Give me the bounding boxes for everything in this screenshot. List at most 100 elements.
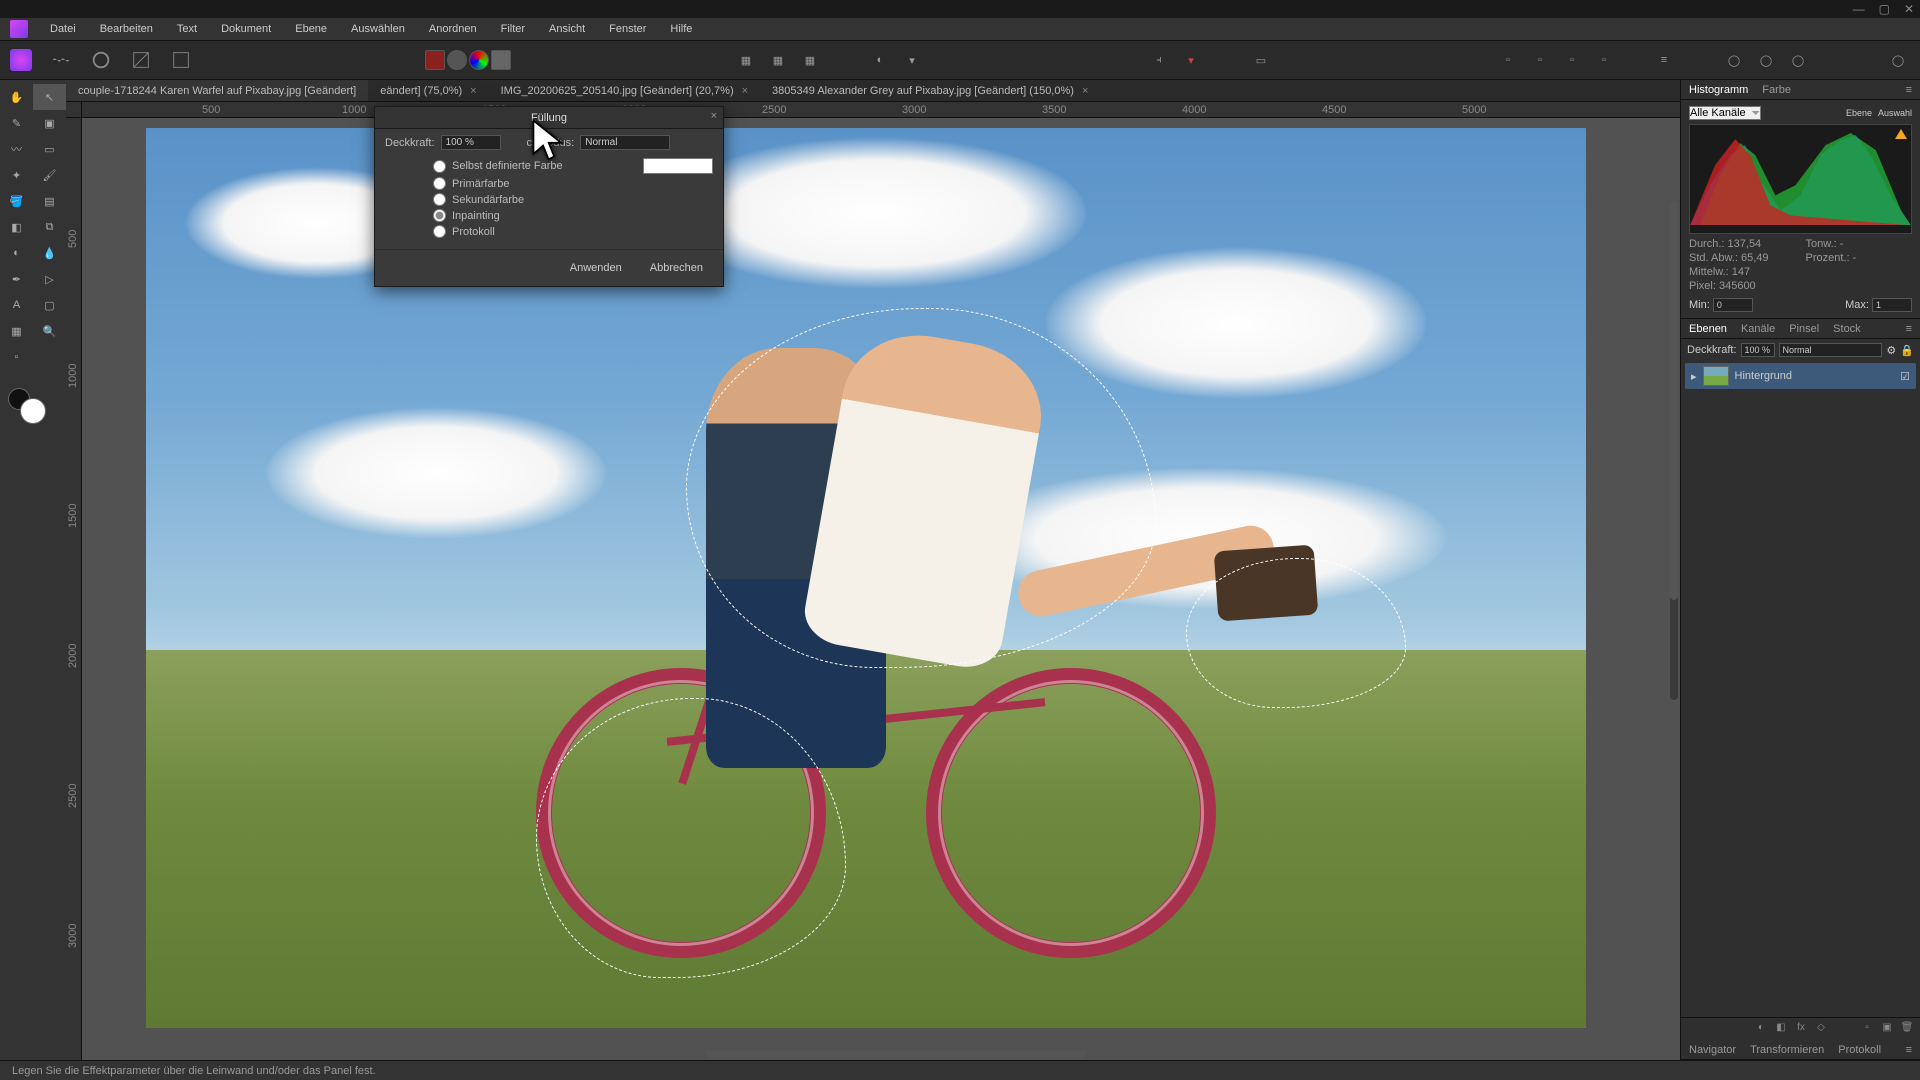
selection-mode-new-icon[interactable]: ▦ (734, 48, 758, 72)
live-filter-icon[interactable]: ◇ (1814, 1022, 1828, 1036)
align-icon[interactable]: ≡ (1652, 48, 1676, 72)
layer-opacity-select[interactable]: 100 % (1741, 343, 1775, 357)
close-icon[interactable]: × (742, 85, 748, 97)
arrange-3-icon[interactable]: ▫ (1560, 48, 1584, 72)
fill-tool-icon[interactable]: 🪣 (0, 188, 33, 214)
tab-kanaele[interactable]: Kanäle (1741, 323, 1775, 335)
text-tool-icon[interactable]: A (0, 292, 33, 318)
add-layer-icon[interactable]: ▫ (1860, 1022, 1874, 1036)
menu-bearbeiten[interactable]: Bearbeiten (90, 20, 163, 38)
liquify-persona-icon[interactable] (50, 49, 72, 71)
selection-mode-add-icon[interactable]: ▦ (766, 48, 790, 72)
mask-icon[interactable]: ◐ (1754, 1022, 1768, 1036)
close-icon[interactable]: ✕ (1904, 2, 1914, 16)
chevron-down-icon[interactable]: ▾ (900, 48, 924, 72)
menu-ansicht[interactable]: Ansicht (539, 20, 595, 38)
tab-doc-1[interactable]: couple-1718244 Karen Warfel auf Pixabay.… (66, 80, 368, 101)
menu-dokument[interactable]: Dokument (211, 20, 281, 38)
menu-text[interactable]: Text (167, 20, 207, 38)
tab-histogram[interactable]: Histogramm (1689, 84, 1748, 96)
dialog-close-icon[interactable]: × (711, 110, 717, 122)
menu-datei[interactable]: Datei (40, 20, 86, 38)
photo-persona-icon[interactable] (10, 49, 32, 71)
tab-pinsel[interactable]: Pinsel (1789, 323, 1819, 335)
tab-ebenen[interactable]: Ebenen (1689, 323, 1727, 335)
selection-mode-sub-icon[interactable]: ▦ (798, 48, 822, 72)
histogram-max-input[interactable] (1872, 298, 1912, 312)
close-icon[interactable]: × (1082, 85, 1088, 97)
menu-auswaehlen[interactable]: Auswählen (341, 20, 415, 38)
account-icon[interactable]: ◯ (1886, 48, 1910, 72)
delete-layer-icon[interactable]: 🗑 (1900, 1022, 1914, 1036)
arrange-4-icon[interactable]: ▫ (1592, 48, 1616, 72)
radio-protokoll[interactable]: Protokoll (433, 225, 713, 238)
view-tool-icon[interactable]: ▫ (0, 344, 33, 370)
radio-secondary-color[interactable]: Sekundärfarbe (433, 193, 713, 206)
circle-1-icon[interactable]: ◯ (1722, 48, 1746, 72)
canvas-vertical-scrollbar[interactable] (1670, 200, 1678, 700)
panel-menu-icon[interactable]: ≡ (1906, 323, 1912, 335)
selection-brush-tool-icon[interactable]: 〰 (0, 136, 33, 162)
minimize-icon[interactable]: — (1853, 2, 1865, 16)
canvas-viewport[interactable]: 500100015002000250030003500400045005000 … (66, 102, 1680, 1060)
tab-doc-3[interactable]: IMG_20200625_205140.jpg [Geändert] (20,7… (489, 80, 760, 101)
menu-fenster[interactable]: Fenster (599, 20, 656, 38)
tab-stock[interactable]: Stock (1833, 323, 1861, 335)
layer-visibility-icon[interactable]: ▸ (1691, 370, 1697, 383)
color-swatches[interactable] (8, 388, 48, 428)
panel-menu-icon[interactable]: ≡ (1906, 84, 1912, 96)
clone-tool-icon[interactable]: ⧉ (33, 214, 66, 240)
color-picker-tool-icon[interactable]: ✎ (0, 110, 33, 136)
mesh-tool-icon[interactable]: ▦ (0, 318, 33, 344)
swatch-rgb-icon[interactable] (469, 50, 489, 70)
move-tool-icon[interactable]: ↖ (33, 84, 66, 110)
ebene-button[interactable]: Ebene (1846, 108, 1872, 118)
custom-color-chip[interactable] (643, 158, 713, 174)
radio-primary-color[interactable]: Primärfarbe (433, 177, 713, 190)
ruler-origin[interactable] (66, 102, 82, 118)
apply-button[interactable]: Anwenden (562, 258, 630, 278)
export-persona-icon[interactable] (170, 49, 192, 71)
tab-navigator[interactable]: Navigator (1689, 1044, 1736, 1056)
horizontal-ruler[interactable]: 500100015002000250030003500400045005000 (82, 102, 1680, 118)
dodge-tool-icon[interactable]: ◐ (0, 240, 33, 266)
dialog-titlebar[interactable]: Füllung × (375, 107, 723, 129)
menu-ebene[interactable]: Ebene (285, 20, 337, 38)
menu-anordnen[interactable]: Anordnen (419, 20, 487, 38)
circle-2-icon[interactable]: ◯ (1754, 48, 1778, 72)
tab-doc-4[interactable]: 3805349 Alexander Grey auf Pixabay.jpg [… (760, 80, 1100, 101)
marquee-tool-icon[interactable]: ▭ (33, 136, 66, 162)
circle-3-icon[interactable]: ◯ (1786, 48, 1810, 72)
tab-color[interactable]: Farbe (1762, 84, 1791, 96)
radio-custom-color[interactable]: Selbst definierte Farbe (433, 158, 713, 174)
pen-tool-icon[interactable]: ✒ (0, 266, 33, 292)
histogram-min-input[interactable] (1713, 298, 1753, 312)
blur-tool-icon[interactable]: 💧 (33, 240, 66, 266)
snap-icon[interactable]: ⫞ (1147, 48, 1171, 72)
swatch-auto-icon[interactable] (491, 50, 511, 70)
auswahl-button[interactable]: Auswahl (1878, 108, 1912, 118)
layer-fx-icon[interactable]: ⚙ (1886, 344, 1896, 357)
vertical-ruler[interactable]: 50010001500200025003000 (66, 118, 82, 1060)
node-tool-icon[interactable]: ▷ (33, 266, 66, 292)
swatch-red-icon[interactable] (425, 50, 445, 70)
layer-lock-icon[interactable]: 🔒 (1900, 344, 1914, 357)
tab-transformieren[interactable]: Transformieren (1750, 1044, 1824, 1056)
layer-row-background[interactable]: ▸ Hintergrund ☑ (1685, 363, 1916, 389)
cancel-button[interactable]: Abbrechen (642, 258, 711, 278)
quick-mask-icon[interactable]: ◐ (868, 48, 892, 72)
tone-persona-icon[interactable] (130, 49, 152, 71)
group-layer-icon[interactable]: ▣ (1880, 1022, 1894, 1036)
zoom-tool-icon[interactable]: 🔍 (33, 318, 66, 344)
blendmode-select[interactable]: Normal (580, 135, 670, 150)
close-icon[interactable]: × (470, 85, 476, 97)
channel-select[interactable]: Alle Kanäle (1689, 106, 1761, 120)
maximize-icon[interactable]: ▢ (1879, 2, 1890, 16)
swatch-grey-icon[interactable] (447, 50, 467, 70)
panel-menu-icon[interactable]: ≡ (1906, 1044, 1912, 1056)
snap-options-icon[interactable]: ▾ (1179, 48, 1203, 72)
layer-name-label[interactable]: Hintergrund (1735, 370, 1792, 382)
foreground-color-swatch[interactable] (20, 398, 46, 424)
tab-doc-2[interactable]: eändert] (75,0%)× (368, 80, 488, 101)
crop-tool-icon[interactable]: ▣ (33, 110, 66, 136)
